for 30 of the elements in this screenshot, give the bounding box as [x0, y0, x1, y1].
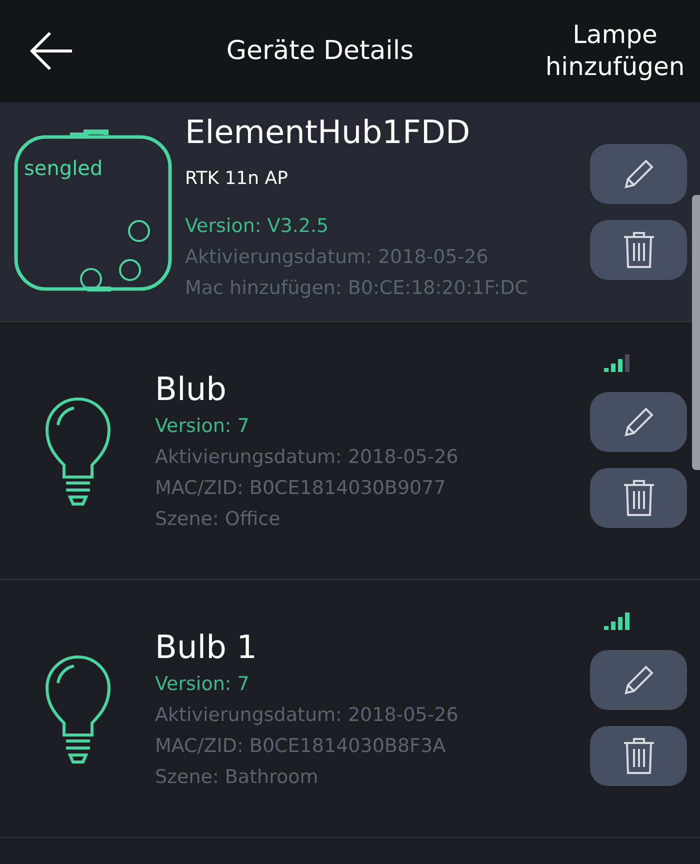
- trash-icon: [622, 478, 656, 516]
- edit-button[interactable]: [590, 650, 687, 710]
- screen-title: Geräte Details: [225, 36, 415, 66]
- version-text: Version: V3.2.5: [185, 214, 330, 239]
- activation-date: Aktivierungsdatum: 2018-05-26: [185, 245, 490, 270]
- scrollbar[interactable]: [692, 195, 700, 470]
- scene-text: Szene: Bathroom: [155, 764, 320, 790]
- mac-address: MAC/ZID: B0CE1814030B8F3A: [155, 734, 447, 758]
- edit-button[interactable]: [590, 392, 687, 452]
- hub-name: ElementHub1FDD: [185, 112, 472, 153]
- add-lamp-button[interactable]: Lampe hinzufügen: [530, 19, 700, 83]
- delete-button[interactable]: [590, 726, 687, 786]
- mac-address: Mac hinzufügen: B0:CE:18:20:1F:DC: [185, 276, 530, 301]
- edit-button[interactable]: [590, 144, 687, 204]
- mac-address: MAC/ZID: B0CE1814030B9077: [155, 476, 447, 500]
- version-text: Version: 7: [155, 672, 250, 696]
- delete-button[interactable]: [590, 468, 687, 528]
- version-text: Version: 7: [155, 414, 250, 438]
- trash-icon: [622, 736, 656, 774]
- hub-model: RTK 11n AP: [185, 168, 289, 189]
- back-arrow-icon: [28, 31, 74, 71]
- bulb-icon: [44, 652, 112, 764]
- bulb-icon: [44, 394, 112, 506]
- device-name: Blub: [155, 368, 228, 410]
- device-name: Bulb 1: [155, 626, 258, 668]
- activation-date: Aktivierungsdatum: 2018-05-26: [155, 444, 460, 470]
- trash-icon: [622, 230, 656, 268]
- scene-text: Szene: Office: [155, 506, 282, 532]
- delete-button[interactable]: [590, 220, 687, 280]
- activation-date: Aktivierungsdatum: 2018-05-26: [155, 702, 460, 728]
